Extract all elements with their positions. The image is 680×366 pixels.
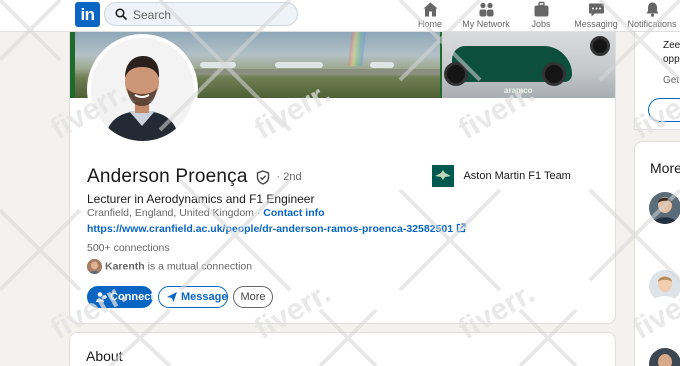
nav-home[interactable]: Home	[416, 1, 444, 31]
linkedin-logo[interactable]: in	[75, 2, 100, 27]
nav-my-network-label: My Network	[462, 19, 510, 29]
suggested-profile-avatar[interactable]	[649, 270, 680, 302]
profile-name: Anderson Proença	[87, 166, 248, 187]
nav-my-network[interactable]: My Network	[460, 1, 512, 31]
location-separator: ·	[253, 207, 264, 219]
message-label: Message	[181, 291, 228, 303]
aston-martin-logo-icon	[432, 165, 454, 187]
nav-notifications-label: Notifications	[627, 19, 677, 29]
current-company[interactable]: Aston Martin F1 Team	[432, 165, 571, 189]
ad-text-line-2: opp	[663, 54, 680, 65]
more-label: More	[240, 291, 266, 303]
suggested-profile-avatar[interactable]	[649, 192, 680, 224]
ad-text-line-3: Get t	[663, 75, 680, 86]
send-icon	[167, 292, 177, 302]
search-bar[interactable]	[104, 2, 298, 26]
nav-messaging[interactable]: Messaging	[574, 1, 618, 31]
profile-headline: Lecturer in Aerodynamics and F1 Engineer	[87, 192, 315, 206]
connect-button[interactable]: Connect	[87, 286, 154, 308]
cover-f1-car-image: aramco	[442, 32, 615, 98]
website-link[interactable]: https://www.cranfield.ac.uk/people/dr-an…	[87, 223, 466, 235]
nav-jobs[interactable]: Jobs	[528, 1, 554, 31]
nav-messaging-label: Messaging	[574, 19, 618, 29]
connection-degree: · 2nd	[276, 171, 302, 183]
profile-location: Cranfield, England, United Kingdom	[87, 207, 254, 219]
nav-home-label: Home	[417, 19, 442, 29]
profile-card: aramco Anderson Proença · 2nd Lecturer i…	[69, 32, 616, 324]
location-row: Cranfield, England, United Kingdom · Con…	[87, 207, 325, 219]
mutual-text: is a mutual connection	[144, 260, 253, 273]
briefcase-icon	[534, 1, 548, 17]
more-profiles-card: More	[634, 141, 680, 366]
car-sponsor-text: aramco	[504, 86, 533, 95]
verified-shield-icon[interactable]	[256, 169, 270, 185]
ad-cta-button[interactable]	[648, 98, 680, 122]
about-title: About	[86, 348, 123, 364]
company-name: Aston Martin F1 Team	[463, 170, 571, 182]
ad-text-line-1: Zee	[663, 40, 680, 51]
search-icon	[115, 8, 127, 20]
profile-name-row: Anderson Proença · 2nd	[87, 166, 302, 190]
about-section: About	[69, 332, 616, 366]
add-person-icon	[96, 292, 107, 302]
suggested-profile-avatar[interactable]	[649, 348, 680, 366]
mutual-avatar	[87, 259, 102, 274]
nav-jobs-label: Jobs	[531, 19, 551, 29]
profile-avatar[interactable]	[87, 34, 198, 145]
nav-notifications[interactable]: Notifications	[626, 1, 678, 31]
contact-info-link[interactable]: Contact info	[263, 207, 324, 219]
ad-card[interactable]: Zee opp Get t	[634, 32, 680, 130]
search-input[interactable]	[133, 6, 283, 23]
bell-icon	[646, 2, 658, 17]
website-url[interactable]: https://www.cranfield.ac.uk/people/dr-an…	[87, 223, 453, 235]
network-icon	[479, 2, 493, 17]
message-icon	[588, 3, 604, 17]
more-button[interactable]: More	[233, 286, 273, 308]
mutual-name: Karenth	[105, 260, 145, 273]
external-link-icon	[456, 223, 466, 233]
mutual-connection[interactable]: Karenth is a mutual connection	[87, 259, 252, 275]
profile-photo	[91, 38, 194, 141]
message-button[interactable]: Message	[158, 286, 228, 308]
connections-count[interactable]: 500+ connections	[87, 242, 170, 254]
top-navbar: in Home My Network Jobs Messaging	[0, 0, 680, 32]
connect-label: Connect	[110, 291, 154, 303]
more-profiles-title: More	[650, 160, 680, 176]
home-icon	[423, 2, 437, 17]
